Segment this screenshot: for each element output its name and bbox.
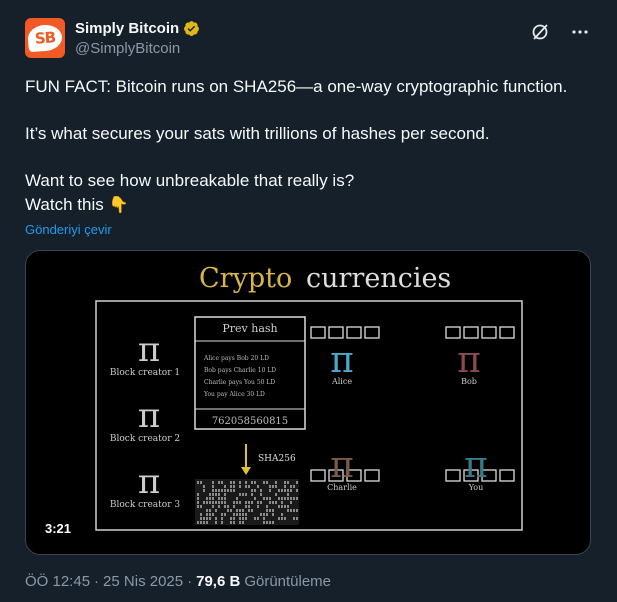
avatar-logo-text: SB [34, 28, 56, 48]
tweet-line: Watch this 👇 [25, 193, 595, 218]
tweet-date[interactable]: 25 Nis 2025 [103, 573, 183, 590]
block-creator-1: π Block creator 1 [110, 330, 180, 378]
ledger-entry: Bob pays Charlie 10 LD [204, 367, 276, 374]
block-creator-label: Block creator 3 [110, 500, 180, 510]
block-creator-3: π Block creator 3 [110, 462, 180, 510]
person-label: You [468, 483, 484, 492]
pi-creature-icon: π [138, 396, 160, 436]
pointing-down-emoji-icon: 👇 [108, 197, 129, 214]
ledger-entry: Alice pays Bob 20 LD [203, 355, 269, 362]
person-label: Bob [461, 377, 477, 386]
hash-output-bits [195, 479, 299, 525]
block-creator-label: Block creator 1 [110, 368, 180, 378]
person-alice: π Alice [330, 340, 354, 386]
person-bob: π Bob [457, 340, 481, 386]
block-creator-label: Block creator 2 [110, 434, 180, 444]
meta-separator: · [94, 573, 100, 590]
pi-creature-icon: π [138, 462, 160, 502]
avatar-logo: SB [27, 23, 63, 53]
video-title-part1: Crypto [199, 263, 292, 294]
person-charlie: π Charlie [327, 445, 357, 492]
video-title-part2: currencies [306, 263, 451, 294]
tweet-line-text: Watch this [25, 195, 104, 214]
sha256-label: SHA256 [258, 454, 296, 464]
meta-separator: · [187, 573, 193, 590]
person-label: Charlie [327, 483, 357, 492]
tweet-text: FUN FACT: Bitcoin runs on SHA256—a one-w… [25, 75, 595, 218]
tweet-line: Want to see how unbreakable that really … [25, 171, 355, 190]
tweet-line: FUN FACT: Bitcoin runs on SHA256—a one-w… [25, 77, 568, 96]
pi-creature-icon: π [464, 445, 488, 486]
video-duration-badge: 3:21 [39, 519, 78, 538]
person-label: Alice [331, 377, 352, 386]
sha-arrow-icon [241, 467, 251, 475]
author-handle[interactable]: @SimplyBitcoin [75, 40, 180, 57]
pi-creature-icon: π [457, 340, 481, 381]
tweet-card: SB Simply Bitcoin @SimplyBitcoin FUN FAC… [0, 0, 617, 602]
pi-creature-icon: π [138, 330, 160, 370]
tweet-top-actions [530, 22, 590, 42]
more-icon[interactable] [570, 22, 590, 42]
pi-creature-icon: π [330, 445, 354, 486]
pi-creature-icon: π [330, 340, 354, 381]
author-name-row: Simply Bitcoin [75, 20, 200, 37]
ledger-entry: You pay Alice 30 LD [203, 391, 265, 398]
prev-hash-label: Prev hash [222, 322, 277, 335]
author-avatar[interactable]: SB [25, 18, 65, 58]
grok-icon[interactable] [530, 22, 550, 42]
block-hash-number: 762058560815 [212, 416, 288, 427]
video-player[interactable]: Crypto currencies Prev hash Alice pays B… [25, 250, 591, 555]
verified-badge-icon[interactable] [183, 20, 200, 37]
views-count: 79,6 B [196, 573, 241, 590]
block-creator-2: π Block creator 2 [110, 396, 180, 444]
views-label: Görüntüleme [244, 573, 332, 590]
ledger-entry: Charlie pays You 50 LD [204, 379, 275, 386]
person-you: π You [464, 445, 488, 492]
video-frame: Crypto currencies Prev hash Alice pays B… [95, 263, 523, 531]
translate-post-link[interactable]: Gönderiyi çevir [25, 222, 112, 237]
tweet-meta: ÖÖ 12:45 · 25 Nis 2025 · 79,6 B Görüntül… [25, 573, 331, 590]
author-display-name[interactable]: Simply Bitcoin [75, 20, 179, 37]
tweet-time[interactable]: ÖÖ 12:45 [25, 573, 90, 590]
tweet-line: It’s what secures your sats with trillio… [25, 124, 490, 143]
